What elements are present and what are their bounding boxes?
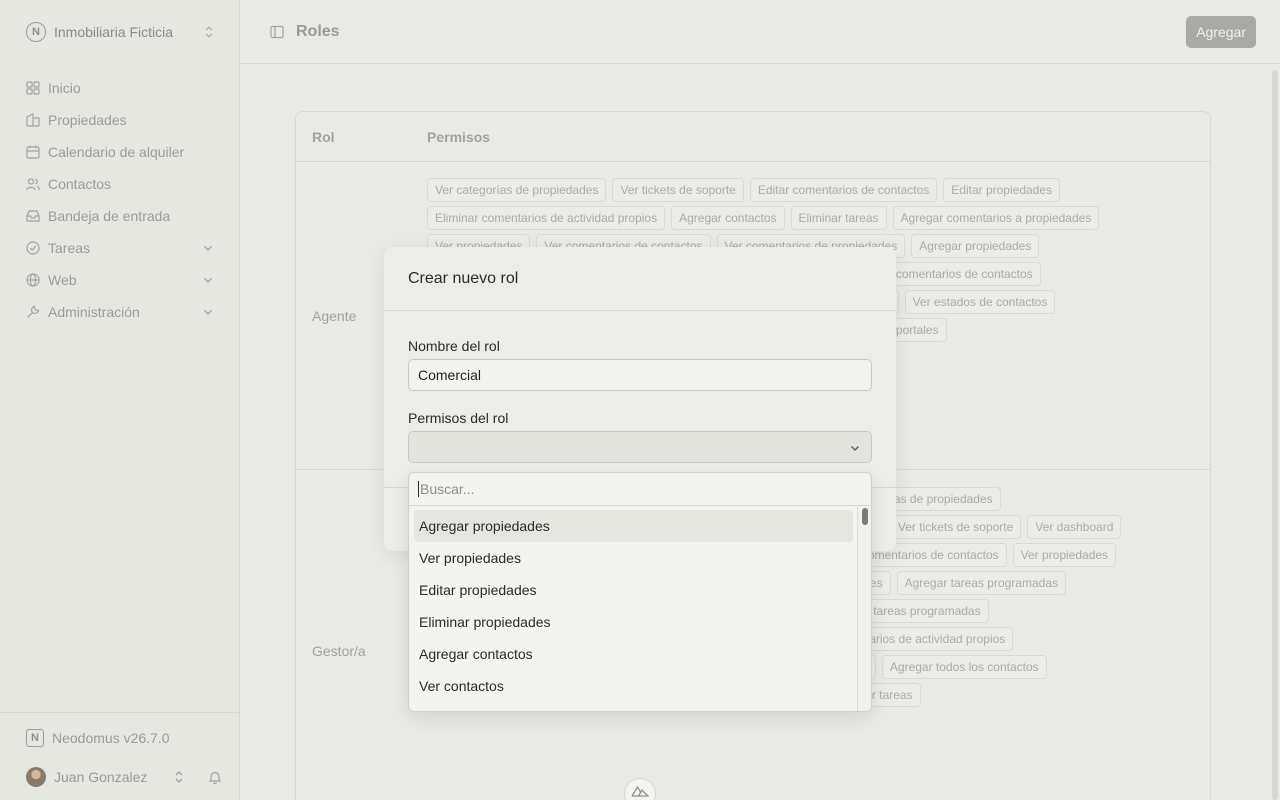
search-input[interactable] [418,481,838,497]
dropdown-search [409,473,871,506]
dropdown-option[interactable]: Editar propiedades [414,574,853,606]
role-name-label: Nombre del rol [408,338,500,354]
dropdown-option[interactable]: Ver contactos [414,670,853,702]
chevron-down-icon [849,442,861,454]
dropdown-scrollbar[interactable] [857,506,871,711]
permissions-dropdown: Agregar propiedadesVer propiedadesEditar… [408,472,872,712]
role-permissions-select[interactable] [408,431,872,463]
dropdown-option[interactable]: Agregar contactos [414,638,853,670]
modal-title: Crear nuevo rol [384,247,896,311]
role-name-input[interactable] [408,359,872,391]
scrollbar-thumb[interactable] [862,508,868,525]
dropdown-options: Agregar propiedades Ver propiedades Editar… [414,510,853,702]
role-permissions-label: Permisos del rol [408,410,509,426]
dropdown-option[interactable]: Eliminar propiedades [414,606,853,638]
dropdown-option[interactable]: Agregar propiedades [414,510,853,542]
nuxt-logo-icon [631,785,649,800]
dropdown-option[interactable]: Ver propiedades [414,542,853,574]
